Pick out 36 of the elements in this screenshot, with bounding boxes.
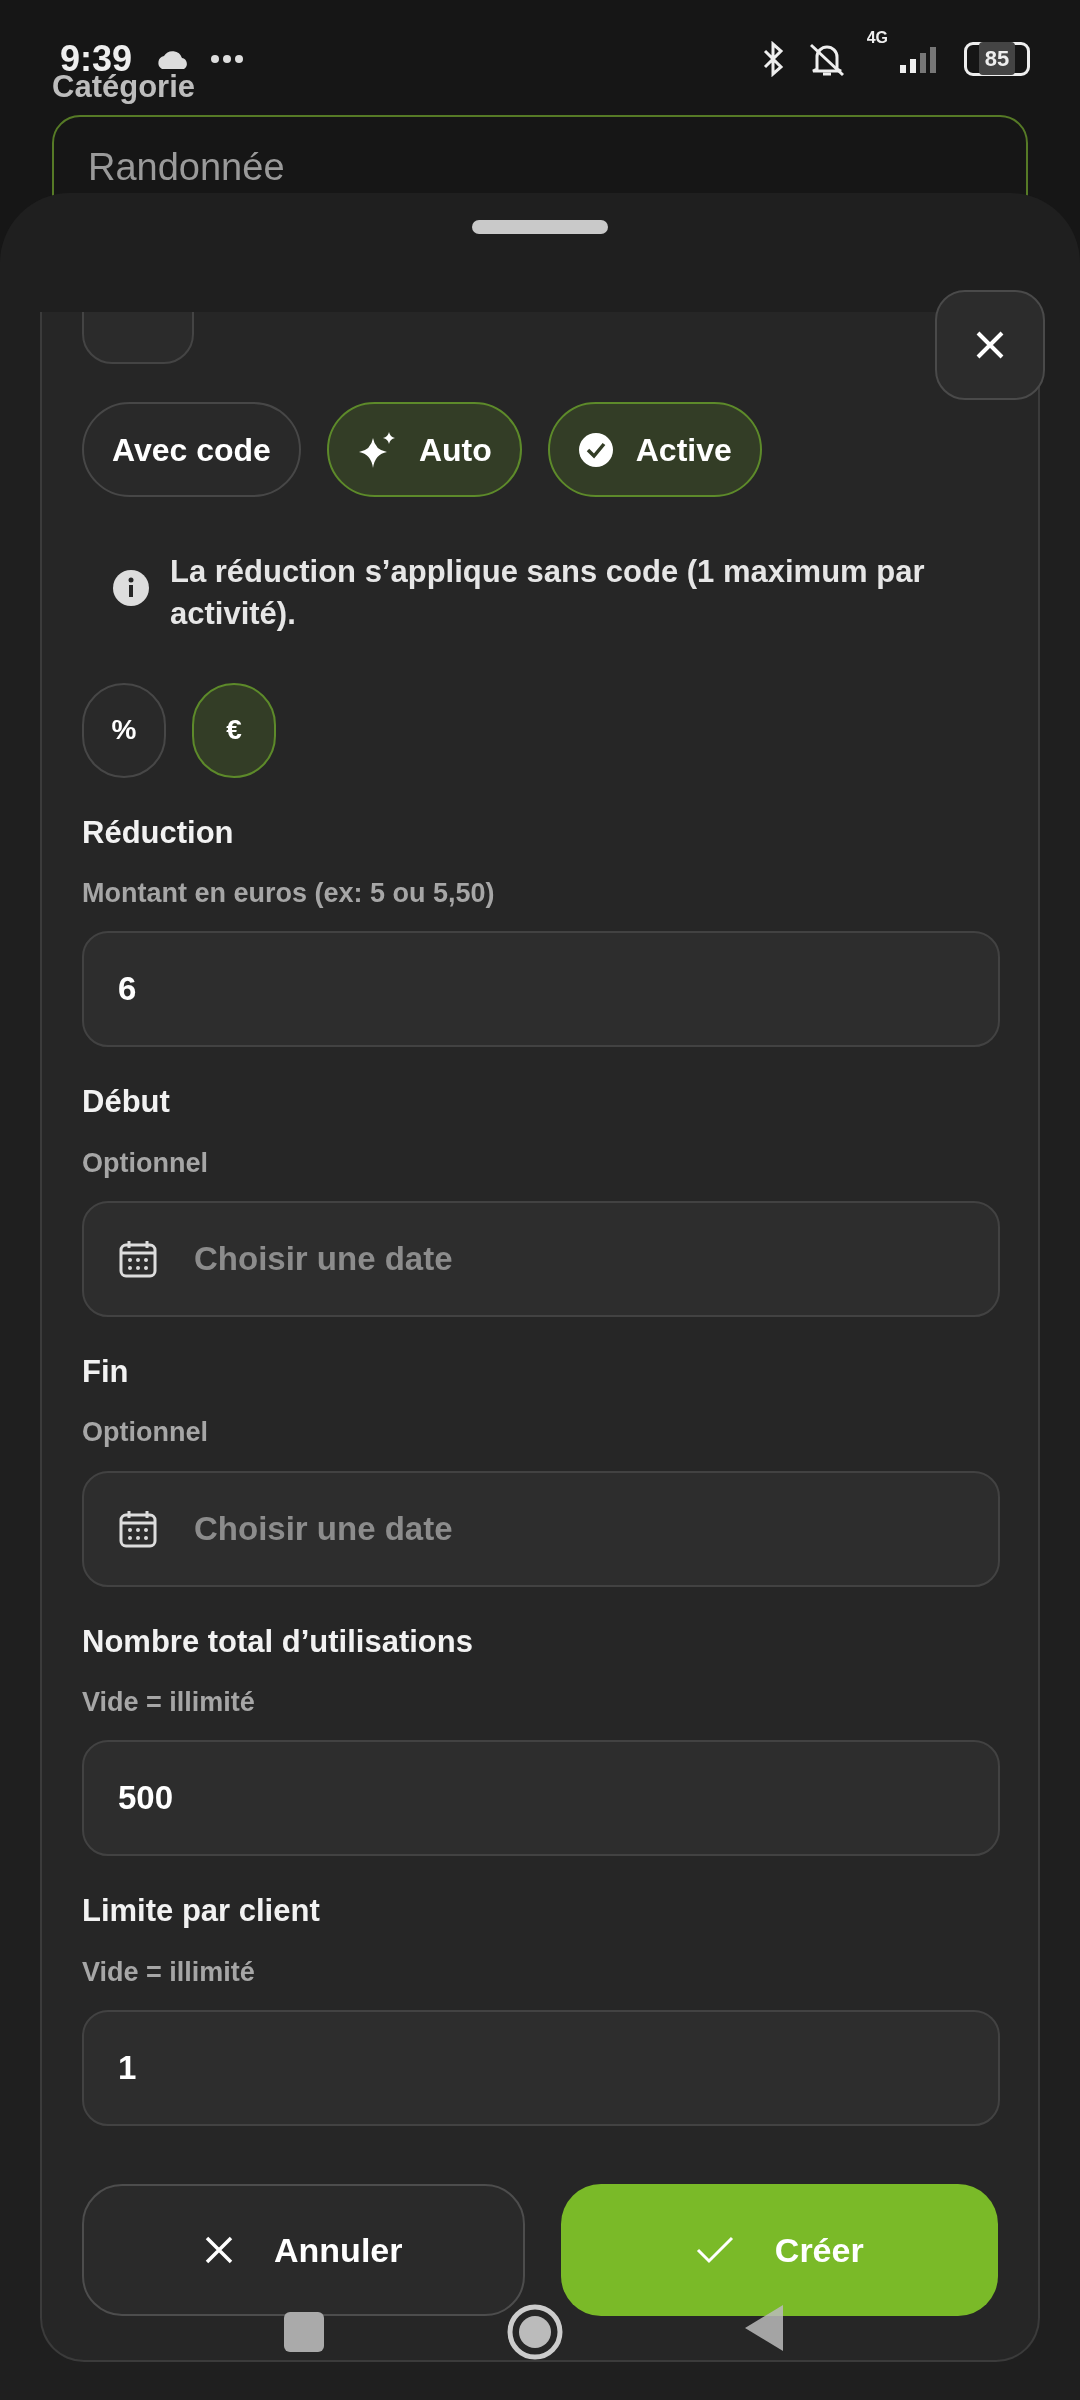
back-icon[interactable] — [745, 2305, 785, 2351]
close-icon — [204, 2235, 234, 2266]
mode-chip[interactable]: Avec code — [82, 402, 301, 497]
cancel-button[interactable]: Annuler — [82, 2184, 525, 2317]
calendar-icon — [118, 1239, 158, 1280]
date-field[interactable]: Choisir une date — [82, 1201, 1000, 1318]
input-field[interactable]: 500 — [82, 1740, 1000, 1857]
field-label: Début — [82, 1083, 170, 1121]
field-label: Limite par client — [82, 1892, 320, 1930]
field-hint: Vide = illimité — [82, 1955, 255, 1989]
battery-level: 85 — [964, 41, 1030, 76]
info-icon — [112, 569, 150, 607]
calendar-icon — [118, 1508, 158, 1549]
drag-handle[interactable] — [472, 220, 608, 234]
field-label: Nombre total d’utilisations — [82, 1622, 473, 1660]
input-field[interactable]: 6 — [82, 931, 1000, 1048]
unit-toggle[interactable]: % — [82, 682, 166, 778]
mode-chip[interactable]: Auto — [326, 402, 522, 497]
check-circle-icon — [577, 431, 614, 468]
info-text: La réduction s’applique sans code (1 maximum par activité). — [170, 553, 926, 633]
field-hint: Montant en euros (ex: 5 ou 5,50) — [82, 876, 495, 910]
input-field[interactable]: 1 — [82, 2010, 1000, 2127]
mode-chip[interactable]: Active — [547, 402, 762, 497]
date-field[interactable]: Choisir une date — [82, 1470, 1000, 1587]
check-icon — [694, 2235, 735, 2266]
network-label: 4G — [866, 28, 888, 48]
field-hint: Optionnel — [82, 1146, 208, 1180]
more-icon — [210, 53, 245, 64]
field-hint: Vide = illimité — [82, 1685, 255, 1719]
close-icon — [975, 330, 1005, 360]
unit-toggle[interactable]: € — [192, 682, 276, 778]
home-icon[interactable] — [507, 2304, 563, 2360]
field-hint: Optionnel — [82, 1416, 208, 1450]
field-label: Réduction — [82, 813, 234, 851]
close-button[interactable] — [935, 290, 1045, 400]
field-label: Fin — [82, 1353, 129, 1391]
